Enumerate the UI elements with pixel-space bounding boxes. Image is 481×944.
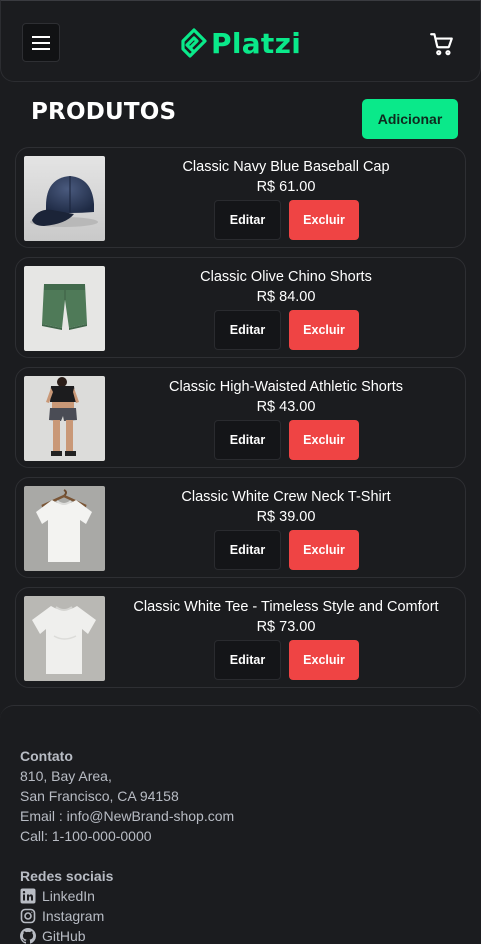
- product-name: Classic Olive Chino Shorts: [200, 269, 372, 285]
- github-link[interactable]: GitHub: [20, 926, 113, 944]
- product-name: Classic Navy Blue Baseball Cap: [182, 159, 390, 175]
- instagram-link[interactable]: Instagram: [20, 906, 113, 926]
- product-name: Classic White Crew Neck T-Shirt: [181, 489, 391, 505]
- email-text: Email : info@NewBrand-shop.com: [20, 808, 235, 824]
- linkedin-link[interactable]: LinkedIn: [20, 886, 113, 906]
- product-price: R$ 39.00: [256, 509, 316, 525]
- social-section: Redes sociais LinkedIn Instagram GitHub: [20, 866, 113, 944]
- footer: Contato 810, Bay Area, San Francisco, CA…: [0, 705, 481, 944]
- product-image: [24, 596, 105, 681]
- add-product-button[interactable]: Adicionar: [362, 99, 458, 139]
- social-heading: Redes sociais: [20, 868, 114, 884]
- hamburger-menu-icon: [32, 35, 50, 50]
- top-navbar: Platzi: [0, 0, 481, 82]
- delete-button[interactable]: Excluir: [289, 640, 359, 680]
- product-card: Classic Navy Blue Baseball Cap R$ 61.00 …: [15, 147, 466, 248]
- brand-name: Platzi: [211, 26, 302, 60]
- product-price: R$ 61.00: [256, 179, 316, 195]
- cart-button[interactable]: [429, 31, 455, 57]
- address-line-1: 810, Bay Area,: [20, 768, 112, 784]
- delete-button[interactable]: Excluir: [289, 530, 359, 570]
- edit-button[interactable]: Editar: [214, 200, 281, 240]
- menu-button[interactable]: [22, 23, 60, 62]
- delete-button[interactable]: Excluir: [289, 310, 359, 350]
- instagram-label: Instagram: [42, 908, 105, 924]
- delete-button[interactable]: Excluir: [289, 200, 359, 240]
- page-title: PRODUTOS: [31, 99, 177, 125]
- delete-button[interactable]: Excluir: [289, 420, 359, 460]
- product-list: Classic Navy Blue Baseball Cap R$ 61.00 …: [15, 147, 466, 697]
- product-image: [24, 156, 105, 241]
- product-card: Classic High-Waisted Athletic Shorts R$ …: [15, 367, 466, 468]
- address-line-2: San Francisco, CA 94158: [20, 788, 179, 804]
- product-card: Classic White Tee - Timeless Style and C…: [15, 587, 466, 688]
- edit-button[interactable]: Editar: [214, 530, 281, 570]
- contact-section: Contato 810, Bay Area, San Francisco, CA…: [20, 746, 234, 846]
- product-card: Classic Olive Chino Shorts R$ 84.00 Edit…: [15, 257, 466, 358]
- product-price: R$ 73.00: [256, 619, 316, 635]
- product-image: [24, 266, 105, 351]
- product-name: Classic High-Waisted Athletic Shorts: [169, 379, 403, 395]
- github-icon: [20, 928, 36, 944]
- instagram-icon: [20, 908, 36, 924]
- linkedin-icon: [20, 888, 36, 904]
- edit-button[interactable]: Editar: [214, 310, 281, 350]
- product-card: Classic White Crew Neck T-Shirt R$ 39.00…: [15, 477, 466, 578]
- shopping-cart-icon: [430, 33, 453, 56]
- brand-logo[interactable]: Platzi: [181, 25, 301, 61]
- platzi-logo-icon: [181, 28, 207, 58]
- phone-text: Call: 1-100-000-0000: [20, 828, 152, 844]
- github-label: GitHub: [42, 928, 86, 944]
- edit-button[interactable]: Editar: [214, 420, 281, 460]
- product-name: Classic White Tee - Timeless Style and C…: [133, 599, 439, 615]
- product-image: [24, 486, 105, 571]
- product-price: R$ 43.00: [256, 399, 316, 415]
- contact-heading: Contato: [20, 748, 73, 764]
- product-image: [24, 376, 105, 461]
- linkedin-label: LinkedIn: [42, 888, 95, 904]
- product-price: R$ 84.00: [256, 289, 316, 305]
- edit-button[interactable]: Editar: [214, 640, 281, 680]
